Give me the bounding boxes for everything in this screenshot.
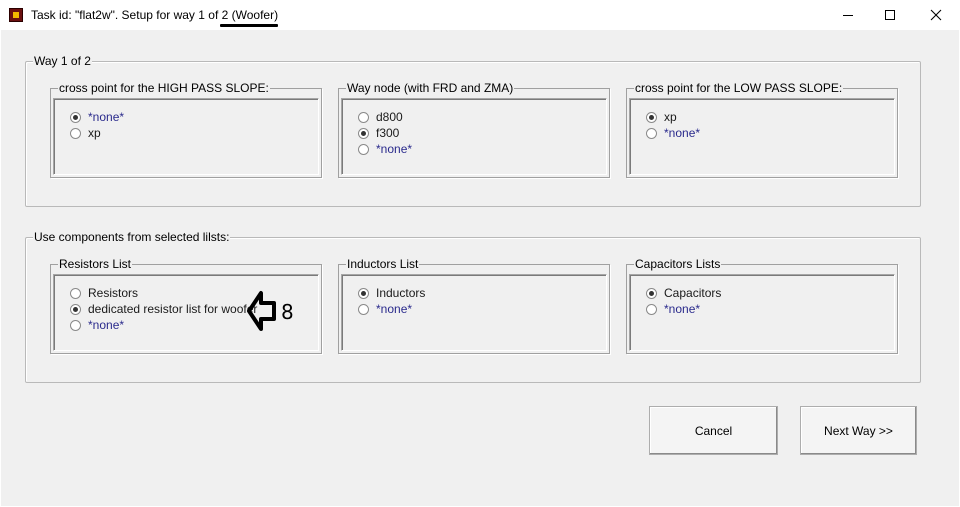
title-underline-mark xyxy=(220,24,278,27)
radio-button[interactable] xyxy=(358,143,369,155)
way-node-group: Way node (with FRD and ZMA) d800 f300 *n… xyxy=(338,81,610,178)
radio-button[interactable] xyxy=(646,303,657,315)
app-icon xyxy=(9,8,23,22)
radio-button[interactable] xyxy=(358,303,369,315)
radio-capacitors[interactable]: Capacitors xyxy=(646,285,721,301)
radio-label: f300 xyxy=(376,126,400,140)
minimize-icon xyxy=(843,15,853,16)
radio-inductors[interactable]: Inductors xyxy=(358,285,425,301)
radio-way-node-none[interactable]: *none* xyxy=(358,141,412,157)
radio-label: Resistors xyxy=(88,286,139,300)
radio-label: xp xyxy=(664,110,677,124)
components-group: Use components from selected lilsts: Res… xyxy=(25,230,921,383)
title-bar: Task id: "flat2w". Setup for way 1 of 2 … xyxy=(0,0,960,30)
way-group: Way 1 of 2 cross point for the HIGH PASS… xyxy=(25,54,921,207)
radio-button[interactable] xyxy=(70,303,81,315)
maximize-icon xyxy=(885,10,895,20)
low-pass-group: cross point for the LOW PASS SLOPE: xp *… xyxy=(626,81,898,178)
inductors-list-label: Inductors List xyxy=(346,257,420,272)
radio-label: *none* xyxy=(664,126,701,140)
way-group-label: Way 1 of 2 xyxy=(33,54,92,69)
radio-button[interactable] xyxy=(70,111,81,123)
radio-label: Inductors xyxy=(376,286,426,300)
radio-low-pass-xp[interactable]: xp xyxy=(646,109,677,125)
radio-button[interactable] xyxy=(646,127,657,139)
cancel-button[interactable]: Cancel xyxy=(649,406,778,455)
radio-inductors-none[interactable]: *none* xyxy=(358,301,412,317)
radio-label: *none* xyxy=(88,318,125,332)
maximize-button[interactable] xyxy=(867,0,913,30)
radio-capacitors-none[interactable]: *none* xyxy=(646,301,700,317)
dialog-client-area: Way 1 of 2 cross point for the HIGH PASS… xyxy=(1,30,959,506)
inductors-list-group: Inductors List Inductors *none* xyxy=(338,257,610,354)
window-title: Task id: "flat2w". Setup for way 1 of 2 … xyxy=(31,8,279,22)
radio-resistors[interactable]: Resistors xyxy=(70,285,138,301)
radio-way-node-d800[interactable]: d800 xyxy=(358,109,403,125)
high-pass-group: cross point for the HIGH PASS SLOPE: *no… xyxy=(50,81,322,178)
radio-label: *none* xyxy=(376,302,413,316)
radio-button[interactable] xyxy=(70,319,81,331)
radio-button[interactable] xyxy=(70,287,81,299)
radio-button[interactable] xyxy=(646,111,657,123)
radio-label: *none* xyxy=(664,302,701,316)
capacitors-list-group: Capacitors Lists Capacitors *none* xyxy=(626,257,898,354)
radio-dedicated-resistor-list[interactable]: dedicated resistor list for woofer xyxy=(70,301,257,317)
radio-resistors-none[interactable]: *none* xyxy=(70,317,124,333)
radio-label: xp xyxy=(88,126,101,140)
annotation-number: 8 xyxy=(281,300,294,324)
radio-label: dedicated resistor list for woofer xyxy=(88,302,258,316)
capacitors-list-label: Capacitors Lists xyxy=(634,257,722,272)
left-arrow-icon xyxy=(247,291,276,331)
next-way-button[interactable]: Next Way >> xyxy=(800,406,917,455)
radio-button[interactable] xyxy=(358,111,369,123)
radio-low-pass-none[interactable]: *none* xyxy=(646,125,700,141)
resistors-list-label: Resistors List xyxy=(58,257,133,272)
close-button[interactable] xyxy=(913,0,959,30)
radio-label: d800 xyxy=(376,110,403,124)
high-pass-label: cross point for the HIGH PASS SLOPE: xyxy=(58,81,270,96)
radio-label: *none* xyxy=(376,142,413,156)
low-pass-label: cross point for the LOW PASS SLOPE: xyxy=(634,81,844,96)
minimize-button[interactable] xyxy=(825,0,871,30)
radio-label: Capacitors xyxy=(664,286,722,300)
radio-way-node-f300[interactable]: f300 xyxy=(358,125,399,141)
radio-button[interactable] xyxy=(358,127,369,139)
radio-high-pass-xp[interactable]: xp xyxy=(70,125,101,141)
radio-button[interactable] xyxy=(70,127,81,139)
radio-button[interactable] xyxy=(646,287,657,299)
radio-high-pass-none[interactable]: *none* xyxy=(70,109,124,125)
components-group-label: Use components from selected lilsts: xyxy=(33,230,231,245)
close-icon xyxy=(930,9,942,21)
radio-button[interactable] xyxy=(358,287,369,299)
way-node-label: Way node (with FRD and ZMA) xyxy=(346,81,515,96)
radio-label: *none* xyxy=(88,110,125,124)
